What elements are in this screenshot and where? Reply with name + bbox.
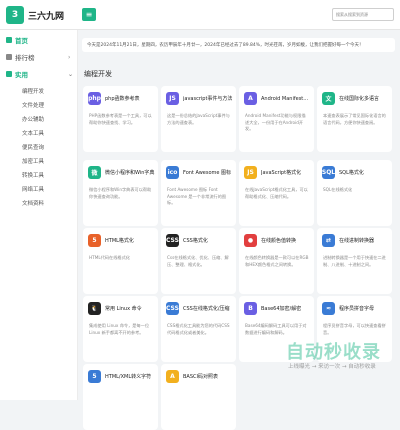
top-bar: 3 三六九网 ≡ 搜索从搜索到资源: [0, 0, 400, 30]
tool-card[interactable]: 文在线国际化多语言本速查表展示了常见国际化语言的语言代码，方便你快速查阅。: [317, 86, 392, 152]
tool-description: [167, 391, 231, 411]
tool-card[interactable]: A Android Manifest功能与权限 Android Manifest功能…: [239, 86, 314, 152]
sidebar-item-ranking[interactable]: 排行榜 ›: [6, 51, 70, 63]
tool-title: 在线颜色值转换: [261, 238, 297, 244]
tool-description: SQL在线格式化: [323, 187, 353, 192]
tool-card[interactable]: JS javascript事件与方法这是一份总结的JavaScript事件与方法的…: [161, 86, 236, 152]
tool-card[interactable]: CSS CSS在线格式化/压缩 CSS格式化工具能为您的代码CSS代码格式化或者美化…: [161, 296, 236, 362]
tool-description: 在线JavaScript格式化工具，可以帮助格式化、压缩代码。: [245, 187, 308, 199]
ranking-icon: [6, 54, 12, 60]
tool-title: php函数参考表: [105, 96, 140, 102]
tool-title: CSS格式化: [183, 238, 208, 244]
watermark-logo: 自动秒收录: [286, 342, 381, 363]
tool-description: 集成使用 Linux 命令，是每一位Linux 新手都离不开的参考。: [89, 323, 150, 335]
tool-description: 在线颜色转换器是一款可以在RGB和HEX颜色格式之间转换。: [245, 255, 309, 267]
site-name: 三六九网: [28, 11, 65, 22]
tool-card[interactable]: ● 在线颜色值转换在线颜色转换器是一款可以在RGB和HEX颜色格式之间转换。: [239, 228, 314, 294]
tool-title: Base64加密/解密: [261, 306, 302, 312]
tool-icon: SQL: [322, 166, 335, 179]
tool-title: Android Manifest功能与权限: [261, 96, 311, 102]
tool-card[interactable]: ⇄ 在线进制转换器进制转换器是一个用于快速在二进制、八进制、十进制之间。: [317, 228, 392, 294]
tool-card[interactable]: 🐧 常用 Linux 命令集成使用 Linux 命令，是每一位Linux 新手都离…: [83, 296, 158, 362]
tool-title: javascript事件与方法: [183, 96, 233, 102]
tool-icon: ⇄: [322, 234, 335, 247]
tool-icon: A: [166, 370, 179, 383]
tool-title: Font Awesome 图标: [183, 170, 232, 176]
tool-icon: 🐧: [88, 302, 101, 315]
tool-title: 微信小程序和Win字典: [105, 170, 155, 176]
tool-title: 常用 Linux 命令: [105, 306, 142, 312]
tool-icon: 5: [88, 370, 101, 383]
tool-card[interactable]: A BASCI码对照表: [161, 364, 236, 430]
tool-description: HTML代码在线格式化: [89, 255, 130, 260]
sidebar-sub-file[interactable]: 文件处理: [22, 99, 44, 111]
watermark: 自动秒收录 上线曝光 → 来访一次 → 自动秒收录: [286, 338, 400, 374]
tool-description: 本速查表展示了常见国际化语言的语言代码，方便你快速查阅。: [323, 113, 386, 125]
sidebar: 首页 排行榜 › 实用 ⌄ 编程开发 文件处理 办公辅助 文本工具 便民查询 加…: [0, 30, 78, 400]
sidebar-sub-docs[interactable]: 文档资料: [22, 197, 44, 209]
tool-icon: ●: [244, 234, 257, 247]
tool-icon: CSS: [166, 234, 179, 247]
tool-title: CSS在线格式化/压缩: [183, 306, 230, 312]
tool-card[interactable]: CSS CSS格式化 Css在线格式化、优化、压缩、解压、整理、格式化。: [161, 228, 236, 294]
tool-title: HTML/XML转义字符: [105, 374, 152, 380]
tool-description: 这是一份总结的JavaScript事件与方法的速查表。: [167, 113, 230, 125]
tool-card[interactable]: JS JavaScript格式化在线JavaScript格式化工具，可以帮助格式化…: [239, 160, 314, 226]
sidebar-sub-encrypt[interactable]: 加密工具: [22, 155, 44, 167]
tool-icon: JS: [244, 166, 257, 179]
tool-title: SQL格式化: [339, 170, 364, 176]
tool-card[interactable]: ico Font Awesome 图标 Font Awesome 图标 Font A…: [161, 160, 236, 226]
sidebar-item-practical[interactable]: 实用 ⌄: [6, 68, 73, 80]
watermark-slogan: 上线曝光 → 来访一次 → 自动秒收录: [288, 364, 376, 370]
tool-icon: CSS: [166, 302, 179, 315]
tool-icon: 微: [88, 166, 101, 179]
tool-title: 程序员拼音字母: [339, 306, 375, 312]
sidebar-sub-text[interactable]: 文本工具: [22, 127, 44, 139]
logo-mark: 3: [6, 6, 24, 24]
home-icon: [6, 37, 12, 43]
tool-description: Font Awesome 图标 Font Awesome 是一个非常流行的图标。: [167, 187, 227, 205]
tool-title: BASCI码对照表: [183, 374, 218, 380]
tools-icon: [6, 71, 12, 77]
tool-title: JavaScript格式化: [261, 170, 302, 176]
tool-card[interactable]: 微微信小程序和Win字典微信小程序和Win字典表可以帮助你快速查询功能。: [83, 160, 158, 226]
hamburger-icon[interactable]: ≡: [82, 8, 96, 21]
tool-icon: JS: [166, 92, 179, 105]
sidebar-sub-convert[interactable]: 转换工具: [22, 169, 44, 181]
tool-icon: 5: [88, 234, 101, 247]
sidebar-sub-query[interactable]: 便民查询: [22, 141, 44, 153]
site-logo[interactable]: 3 三六九网: [6, 6, 64, 24]
tool-icon: A: [244, 92, 257, 105]
section-title: 编程开发: [84, 70, 112, 78]
tool-card[interactable]: SQL SQL格式化 SQL在线格式化: [317, 160, 392, 226]
tool-description: Android Manifest功能与权限描述大全，一份用于在Android开发…: [245, 113, 306, 131]
tool-icon: 文: [322, 92, 335, 105]
tool-card[interactable]: 5 HTML格式化 HTML代码在线格式化: [83, 228, 158, 294]
date-notice: 今天是2024年11月21日，星期四，农历甲辰年十月廿一，2024年已经过去了8…: [82, 38, 395, 52]
tool-card[interactable]: php php函数参考表 PHP函数参考表是一个工具，可以帮助你快速查找、学习。: [83, 86, 158, 152]
sidebar-sub-programming[interactable]: 编程开发: [22, 85, 44, 97]
tool-title: 在线进制转换器: [339, 238, 375, 244]
tool-icon: ≈: [322, 302, 335, 315]
tool-icon: ico: [166, 166, 179, 179]
tool-title: 在线国际化多语言: [339, 96, 380, 102]
tool-title: HTML格式化: [105, 238, 134, 244]
tool-description: [89, 391, 153, 411]
search-input[interactable]: 搜索从搜索到资源: [332, 8, 394, 21]
tool-icon: B: [244, 302, 257, 315]
tool-description: Css在线格式化、优化、压缩、解压、整理、格式化。: [167, 255, 229, 267]
tool-description: CSS格式化工具能为您的代码CSS代码格式化或者美化。: [167, 323, 230, 335]
tool-description: 进制转换器是一个用于快速在二进制、八进制、十进制之间。: [323, 255, 386, 267]
tool-description: 微信小程序和Win字典表可以帮助你快速查询功能。: [89, 187, 152, 199]
tool-description: PHP函数参考表是一个工具，可以帮助你快速查找、学习。: [89, 113, 152, 125]
sidebar-sub-network[interactable]: 网络工具: [22, 183, 44, 195]
sidebar-sub-office[interactable]: 办公辅助: [22, 113, 44, 125]
tool-icon: php: [88, 92, 101, 105]
tool-card[interactable]: 5 HTML/XML转义字符: [83, 364, 158, 430]
sidebar-item-home[interactable]: 首页: [6, 34, 28, 46]
